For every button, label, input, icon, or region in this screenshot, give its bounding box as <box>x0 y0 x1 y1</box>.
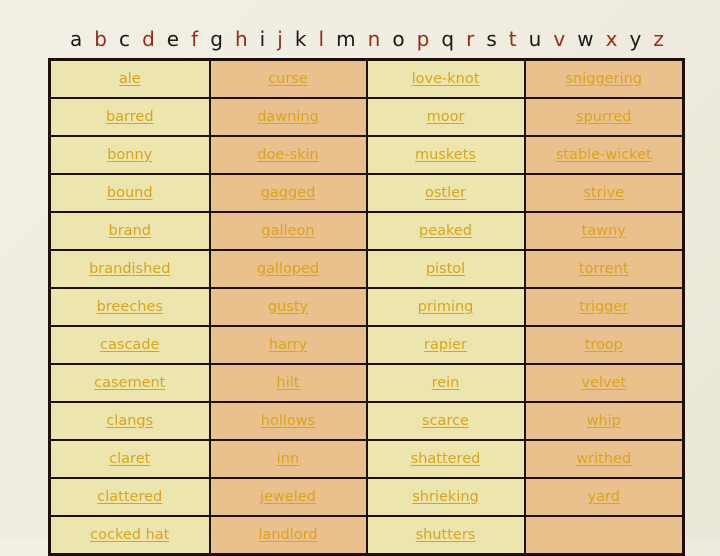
word-cell: jeweled <box>208 477 368 517</box>
word-cell: trigger <box>523 287 685 327</box>
table-row: clattered jeweled shrieking yard <box>48 477 685 517</box>
word-cell: peaked <box>365 211 526 251</box>
table-row: casement hilt rein velvet <box>48 363 685 403</box>
alphabet-letter-j: j <box>277 27 283 51</box>
word-cell: bound <box>48 173 211 213</box>
word-cell: barred <box>48 97 211 137</box>
alphabet-strip: abcdefghijklmnopqrstuvwxyz <box>48 24 682 54</box>
alphabet-letter-n: n <box>367 27 381 51</box>
word-cell: bonny <box>48 135 211 175</box>
word-cell: hollows <box>208 401 368 441</box>
word-cell: rein <box>365 363 526 403</box>
word-cell: claret <box>48 439 211 479</box>
word-cell: clangs <box>48 401 211 441</box>
word-cell: curse <box>208 58 368 99</box>
alphabet-letter-s: s <box>486 27 497 51</box>
word-cell: doe-skin <box>208 135 368 175</box>
alphabet-letter-m: m <box>336 27 356 51</box>
alphabet-letter-q: q <box>441 27 455 51</box>
alphabet-letter-u: u <box>528 27 542 51</box>
word-cell: pistol <box>365 249 526 289</box>
word-cell: writhed <box>523 439 685 479</box>
table-row: bonny doe-skin muskets stable-wicket <box>48 135 685 175</box>
alphabet-letter-f: f <box>191 27 199 51</box>
word-cell: gagged <box>208 173 368 213</box>
word-cell: strive <box>523 173 685 213</box>
word-cell: inn <box>208 439 368 479</box>
word-cell: love-knot <box>365 58 526 99</box>
word-cell: muskets <box>365 135 526 175</box>
word-cell: gusty <box>208 287 368 327</box>
word-cell: troop <box>523 325 685 365</box>
word-cell-empty <box>523 515 685 556</box>
table-row: claret inn shattered writhed <box>48 439 685 479</box>
word-cell: stable-wicket <box>523 135 685 175</box>
table-row: clangs hollows scarce whip <box>48 401 685 441</box>
alphabet-letter-x: x <box>605 27 618 51</box>
table-row: barred dawning moor spurred <box>48 97 685 137</box>
word-cell: clattered <box>48 477 211 517</box>
word-cell: cocked hat <box>48 515 211 556</box>
alphabet-letter-o: o <box>392 27 405 51</box>
alphabet-letter-t: t <box>508 27 517 51</box>
word-cell: ostler <box>365 173 526 213</box>
word-cell: scarce <box>365 401 526 441</box>
table-row: bound gagged ostler strive <box>48 173 685 213</box>
word-cell: hilt <box>208 363 368 403</box>
alphabet-letter-v: v <box>553 27 566 51</box>
word-cell: moor <box>365 97 526 137</box>
alphabet-letter-d: d <box>142 27 155 51</box>
table-row: cascade harry rapier troop <box>48 325 685 365</box>
word-cell: breeches <box>48 287 211 327</box>
word-cell: galleon <box>208 211 368 251</box>
word-cell: whip <box>523 401 685 441</box>
alphabet-letter-g: g <box>210 27 223 51</box>
word-cell: spurred <box>523 97 685 137</box>
alphabet-letter-k: k <box>294 27 307 51</box>
table-row: ale curse love-knot sniggering <box>48 58 685 99</box>
word-cell: harry <box>208 325 368 365</box>
alphabet-letter-y: y <box>629 27 642 51</box>
word-cell: rapier <box>365 325 526 365</box>
word-cell: brand <box>48 211 211 251</box>
word-cell: priming <box>365 287 526 327</box>
word-cell: landlord <box>208 515 368 556</box>
alphabet-letter-w: w <box>577 27 594 51</box>
word-cell: velvet <box>523 363 685 403</box>
word-list-table: ale curse love-knot sniggering barred dawning… <box>48 58 685 556</box>
word-cell: tawny <box>523 211 685 251</box>
table-row: brand galleon peaked tawny <box>48 211 685 251</box>
alphabet-letter-c: c <box>119 27 131 51</box>
word-cell: shrieking <box>365 477 526 517</box>
word-list-table-body: ale curse love-knot sniggering barred dawning… <box>48 58 685 556</box>
word-cell: shattered <box>365 439 526 479</box>
table-row: breeches gusty priming trigger <box>48 287 685 327</box>
word-cell: casement <box>48 363 211 403</box>
table-row: cocked hat landlord shutters <box>48 515 685 556</box>
word-cell: ale <box>48 58 211 99</box>
alphabet-letter-p: p <box>416 27 430 51</box>
word-cell: torrent <box>523 249 685 289</box>
alphabet-letter-b: b <box>94 27 107 51</box>
alphabet-letter-l: l <box>318 27 325 51</box>
alphabet-letter-r: r <box>466 27 475 51</box>
word-cell: galloped <box>208 249 368 289</box>
alphabet-letter-i: i <box>259 27 266 51</box>
word-cell: dawning <box>208 97 368 137</box>
word-cell: yard <box>523 477 685 517</box>
alphabet-letter-h: h <box>234 27 248 51</box>
table-row: brandished galloped pistol torrent <box>48 249 685 289</box>
word-cell: sniggering <box>523 58 685 99</box>
word-cell: brandished <box>48 249 211 289</box>
alphabet-letter-z: z <box>653 27 664 51</box>
alphabet-letter-a: a <box>70 27 83 51</box>
word-cell: shutters <box>365 515 526 556</box>
word-cell: cascade <box>48 325 211 365</box>
alphabet-letter-e: e <box>166 27 180 51</box>
